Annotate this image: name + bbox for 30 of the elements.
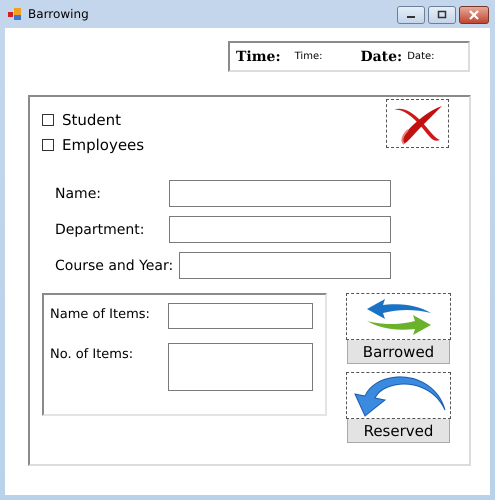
picture-button[interactable] [346, 372, 451, 419]
window-title: Barrowing [28, 7, 89, 21]
close-button[interactable] [459, 6, 489, 24]
checkbox[interactable] [42, 114, 54, 126]
clock-value: Date: [407, 51, 435, 62]
minimize-button[interactable] [397, 6, 425, 24]
field-label: Name of Items: [50, 306, 151, 322]
field-label: Course and Year: [55, 258, 174, 274]
picture-button[interactable] [346, 293, 451, 340]
clock-value: Time: [294, 51, 322, 62]
field-label: Department: [55, 222, 146, 238]
clock-label: Date: [360, 48, 402, 64]
input-field[interactable] [169, 180, 391, 207]
input-field[interactable] [169, 216, 391, 243]
checkbox[interactable] [42, 139, 54, 151]
field-label: No. of Items: [50, 346, 134, 362]
clock-label: Time: [236, 48, 281, 64]
maximize-icon [436, 10, 448, 20]
field-label: Name: [55, 186, 102, 202]
action-button[interactable]: Reserved [347, 419, 450, 443]
cancel-button[interactable] [386, 99, 449, 148]
text-area[interactable] [168, 343, 313, 391]
maximize-button[interactable] [428, 6, 456, 24]
checkbox-label: Student [62, 111, 122, 129]
close-icon [468, 10, 480, 20]
checkbox-label: Employees [62, 136, 144, 154]
input-field[interactable] [179, 252, 391, 279]
input-field[interactable] [168, 303, 313, 329]
action-button[interactable]: Barrowed [347, 340, 450, 364]
app-icon [8, 7, 22, 21]
